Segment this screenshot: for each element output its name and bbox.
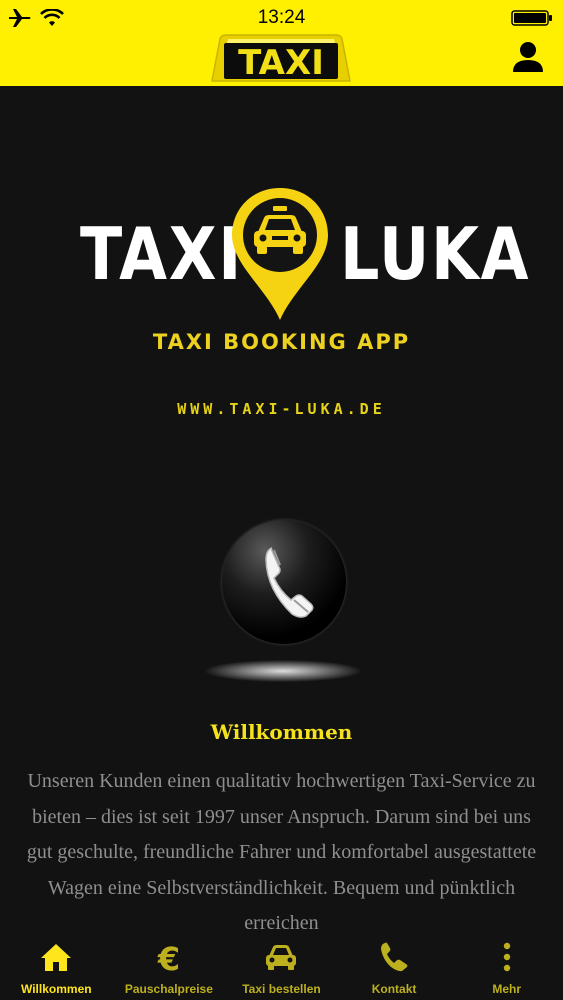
- phone-handset-icon: [265, 547, 314, 618]
- tab-label: Willkommen: [21, 982, 92, 996]
- tab-label: Pauschalpreise: [124, 982, 213, 996]
- tab-label: Kontakt: [371, 982, 417, 996]
- tab-label: Taxi bestellen: [242, 982, 321, 996]
- tab-willkommen[interactable]: Willkommen: [0, 934, 113, 1000]
- battery-icon: [511, 10, 552, 26]
- logo-text-right: LUKA: [340, 212, 531, 296]
- app-tagline: TAXI BOOKING APP: [152, 330, 411, 354]
- website-link[interactable]: WWW.TAXI-LUKA.DE: [0, 400, 563, 418]
- tab-mehr[interactable]: Mehr: [450, 934, 563, 1000]
- car-icon: [266, 945, 297, 970]
- tab-taxi-bestellen[interactable]: Taxi bestellen: [225, 934, 338, 1000]
- logo-text-left: TAXI: [80, 212, 244, 296]
- more-icon: [503, 942, 510, 972]
- taxi-sign-logo: TAXI: [211, 34, 351, 83]
- location-pin-car-icon: [232, 188, 328, 320]
- call-button-reflection: [205, 660, 361, 682]
- status-time: 13:24: [257, 7, 306, 28]
- call-button[interactable]: [222, 520, 346, 644]
- phone-icon: [381, 942, 408, 972]
- welcome-heading: Willkommen: [210, 720, 353, 744]
- home-icon: [41, 944, 72, 971]
- taxi-sign-text: TAXI: [238, 43, 324, 83]
- bottom-tab-bar: Willkommen € Pauschalpreise Taxi bestell…: [0, 934, 563, 1000]
- taxi-luka-logo: TAXI LUKA: [0, 180, 563, 340]
- user-profile-icon[interactable]: [511, 40, 545, 74]
- status-bar: 13:24: [0, 0, 563, 36]
- tab-label: Mehr: [492, 982, 521, 996]
- tab-pauschalpreise[interactable]: € Pauschalpreise: [113, 934, 226, 1000]
- app-header: 13:24 TAXI: [0, 0, 563, 86]
- tab-kontakt[interactable]: Kontakt: [338, 934, 451, 1000]
- welcome-text: Unseren Kunden einen qualitativ hochwert…: [26, 770, 537, 934]
- svg-text:€: €: [157, 940, 180, 974]
- euro-icon: €: [157, 940, 180, 974]
